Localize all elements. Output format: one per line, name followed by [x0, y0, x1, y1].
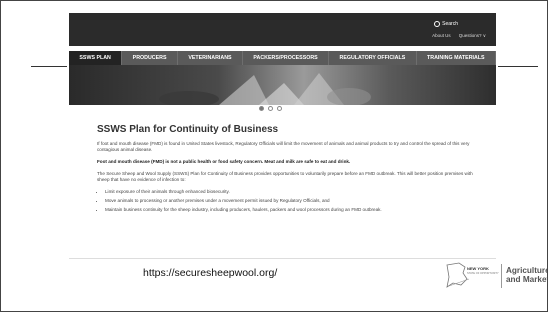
carousel-dot[interactable]	[259, 106, 264, 111]
ny-tagline: STATE OF OPPORTUNITY	[467, 272, 499, 275]
search-icon	[434, 21, 441, 27]
slide-frame: Search About Us Questions? ∨ SSWS PLAN P…	[0, 0, 548, 312]
nav-packers-processors[interactable]: PACKERS/PROCESSORS	[243, 51, 330, 65]
safety-statement: Foot and mouth disease (FMD) is not a pu…	[97, 159, 351, 164]
site-header: Search About Us Questions? ∨	[69, 13, 496, 46]
search-label: Search	[442, 21, 458, 27]
carousel-dots	[259, 106, 282, 111]
nav-training-materials[interactable]: TRAINING MATERIALS	[417, 51, 496, 65]
intro-paragraph: If foot and mouth disease (FMD) is found…	[97, 141, 470, 152]
list-item: Move animals to processing or another pr…	[105, 198, 477, 204]
hero-banner-image	[69, 65, 496, 105]
slide-rule-left	[31, 66, 67, 67]
source-url: https://securesheepwool.org/	[143, 267, 278, 279]
agency-line-1: Agriculture	[506, 266, 548, 275]
questions-dropdown[interactable]: Questions? ∨	[459, 33, 486, 39]
benefits-list: Limit exposure of their animals through …	[97, 189, 477, 213]
search-link[interactable]: Search	[434, 21, 458, 27]
page-title: SSWS Plan for Continuity of Business	[97, 124, 279, 135]
footer-divider	[69, 258, 496, 259]
main-nav: SSWS PLAN PRODUCERS VETERINARIANS PACKER…	[69, 51, 496, 65]
slide-rule-right	[498, 66, 538, 67]
main-content: SSWS Plan for Continuity of Business If …	[97, 124, 477, 216]
carousel-dot[interactable]	[268, 106, 273, 111]
plan-paragraph: The Secure Sheep and Wool Supply (SSWS) …	[97, 171, 473, 182]
nav-veterinarians[interactable]: VETERINARIANS	[178, 51, 243, 65]
nav-ssws-plan[interactable]: SSWS PLAN	[69, 51, 123, 65]
logo-divider	[501, 264, 502, 288]
agency-line-2: and Markets	[506, 275, 547, 284]
list-item: Limit exposure of their animals through …	[105, 189, 477, 195]
list-item: Maintain business continuity for the she…	[105, 207, 477, 213]
nav-producers[interactable]: PRODUCERS	[122, 51, 178, 65]
nav-regulatory-officials[interactable]: REGULATORY OFFICIALS	[329, 51, 417, 65]
about-link[interactable]: About Us	[432, 33, 451, 39]
utility-links: About Us Questions? ∨	[432, 33, 486, 39]
agency-name: Agriculture and Markets	[506, 266, 548, 284]
ny-wordmark: NEW YORK	[467, 266, 489, 271]
carousel-dot[interactable]	[277, 106, 282, 111]
